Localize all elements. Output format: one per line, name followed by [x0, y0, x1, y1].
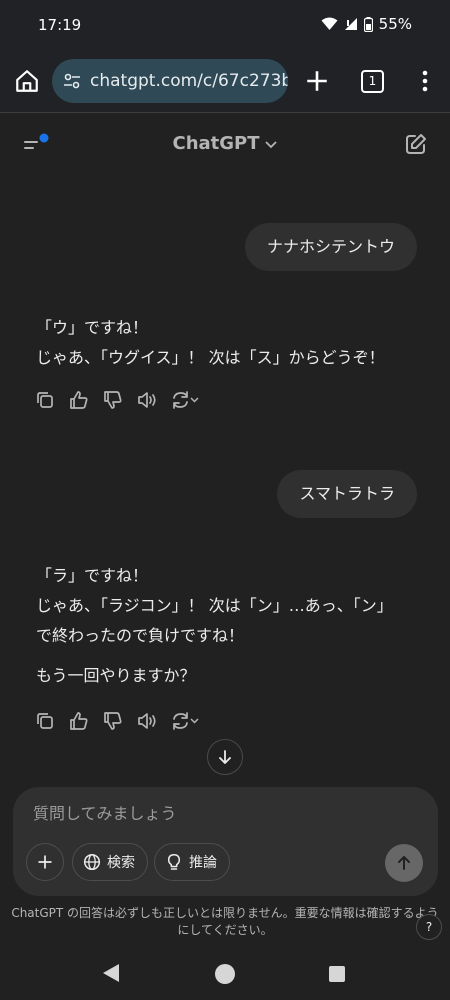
arrow-down-icon	[219, 750, 231, 764]
reason-button-label: 推論	[189, 855, 217, 871]
assistant-message-paragraph: もう一回やりますか？	[36, 666, 196, 685]
signal-icon	[344, 18, 357, 30]
lightbulb-icon	[167, 854, 181, 870]
assistant-message: 「ウ」ですね！ じゃあ、「ウグイス」！ 次は「ス」からどうぞ！	[36, 313, 385, 373]
battery-icon	[363, 16, 373, 32]
read-aloud-icon[interactable]	[136, 710, 158, 732]
globe-icon	[83, 853, 101, 871]
battery-percent: 55%	[378, 15, 412, 33]
assistant-message: 「ラ」ですね！ じゃあ、「ラジコン」！ 次は「ン」…あっ、「ン」 で終わったので…	[36, 561, 393, 691]
tab-count: 1	[368, 74, 377, 88]
browser-menu-icon[interactable]	[415, 68, 435, 94]
new-chat-icon[interactable]	[404, 132, 428, 156]
user-message-text: ナナホシテントウ	[266, 237, 395, 256]
regenerate-icon[interactable]	[170, 710, 200, 732]
message-input[interactable]	[31, 799, 415, 827]
help-button[interactable]: ?	[416, 914, 442, 940]
scroll-to-bottom-button[interactable]	[207, 739, 243, 775]
attach-button[interactable]	[26, 843, 64, 881]
chevron-down-icon	[264, 141, 277, 149]
disclaimer: ChatGPT の回答は必ずしも正しいとは限りません。重要な情報は確認するように…	[11, 906, 439, 937]
home-icon[interactable]	[14, 68, 40, 94]
app-header: ChatGPT	[0, 113, 450, 175]
status-icons: 55%	[321, 15, 412, 33]
user-message: スマトラトラ	[277, 470, 417, 518]
plus-icon	[38, 855, 52, 869]
url-bar[interactable]: chatgpt.com/c/67c273bf	[52, 59, 288, 103]
thumbs-up-icon[interactable]	[68, 710, 90, 732]
user-message: ナナホシテントウ	[244, 223, 417, 271]
recents-button[interactable]	[329, 966, 345, 982]
new-tab-icon[interactable]	[304, 68, 330, 94]
copy-icon[interactable]	[34, 389, 56, 411]
system-nav-bar	[0, 945, 450, 1000]
read-aloud-icon[interactable]	[136, 389, 158, 411]
assistant-message-paragraph: じゃあ、「ラジコン」！ 次は「ン」…あっ、「ン」	[36, 596, 393, 615]
site-settings-icon[interactable]	[62, 71, 82, 91]
send-button[interactable]	[385, 844, 423, 882]
wifi-icon	[321, 17, 338, 30]
url-text: chatgpt.com/c/67c273bf	[90, 71, 288, 91]
message-actions	[34, 710, 200, 732]
tab-switcher-button[interactable]: 1	[361, 70, 384, 93]
arrow-up-icon	[398, 856, 410, 870]
search-button-label: 検索	[107, 855, 135, 871]
assistant-message-paragraph: で終わったので負けですね！	[36, 626, 245, 645]
search-button[interactable]: 検索	[72, 843, 148, 881]
copy-icon[interactable]	[34, 710, 56, 732]
app-title-text: ChatGPT	[172, 133, 260, 154]
status-time: 17:19	[38, 16, 82, 34]
message-actions	[34, 389, 200, 411]
regenerate-icon[interactable]	[170, 389, 200, 411]
assistant-message-paragraph: 「ラ」ですね！	[36, 566, 149, 585]
thumbs-down-icon[interactable]	[102, 389, 124, 411]
thumbs-up-icon[interactable]	[68, 389, 90, 411]
assistant-message-paragraph: 「ウ」ですね！	[36, 318, 149, 337]
status-bar: 17:19 55%	[0, 0, 450, 50]
reason-button[interactable]: 推論	[154, 843, 230, 881]
composer: 検索 推論	[13, 787, 438, 896]
model-selector[interactable]: ChatGPT	[0, 133, 450, 154]
browser-toolbar: chatgpt.com/c/67c273bf 1	[0, 50, 450, 113]
home-button[interactable]	[215, 964, 235, 984]
back-icon[interactable]	[102, 963, 120, 983]
user-message-text: スマトラトラ	[299, 484, 395, 503]
thumbs-down-icon[interactable]	[102, 710, 124, 732]
assistant-message-paragraph: じゃあ、「ウグイス」！ 次は「ス」からどうぞ！	[36, 348, 385, 367]
